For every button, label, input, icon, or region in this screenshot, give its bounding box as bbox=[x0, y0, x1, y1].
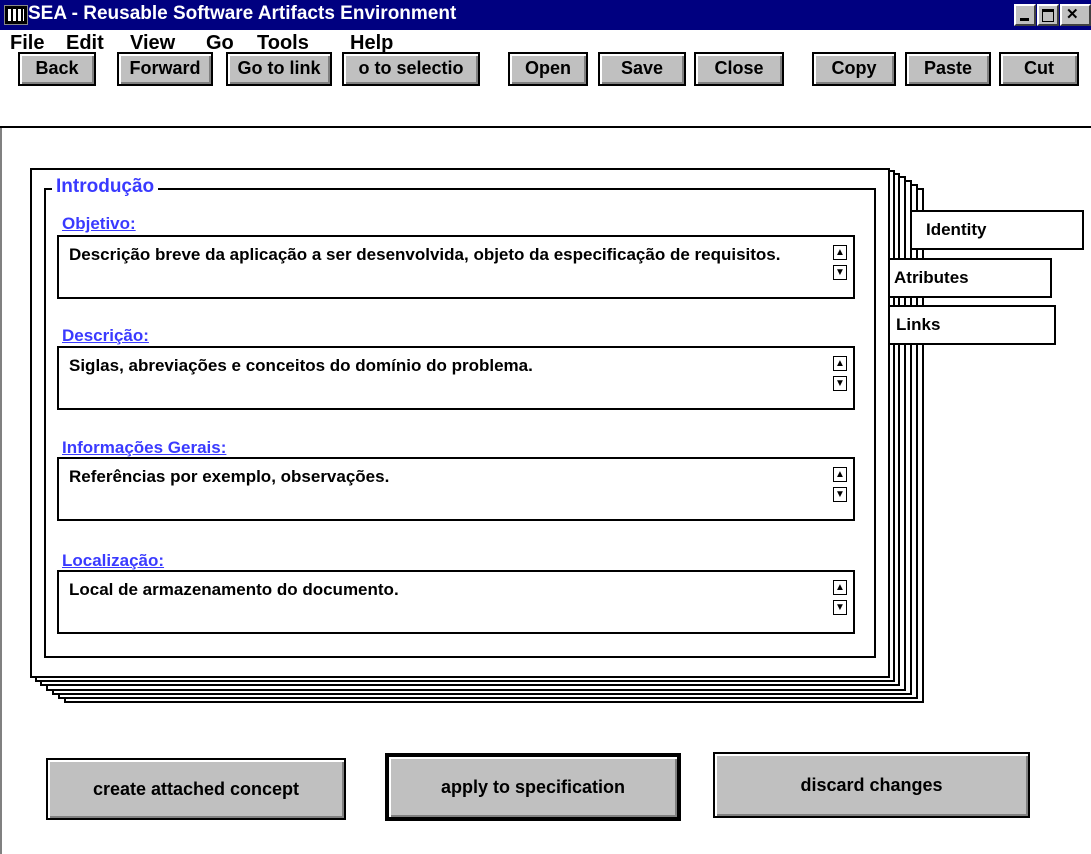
scroll-up-icon[interactable]: ▲ bbox=[833, 356, 847, 371]
informacoes-gerais-textarea[interactable]: Referências por exemplo, observações. ▲ … bbox=[57, 457, 855, 521]
create-attached-concept-button[interactable]: create attached concept bbox=[46, 758, 346, 820]
scroll-down-icon[interactable]: ▼ bbox=[833, 600, 847, 615]
discard-changes-button[interactable]: discard changes bbox=[713, 752, 1030, 818]
copy-button[interactable]: Copy bbox=[812, 52, 896, 86]
window-title: SEA - Reusable Software Artifacts Enviro… bbox=[28, 3, 457, 24]
minimize-icon[interactable] bbox=[1014, 4, 1036, 26]
cut-button[interactable]: Cut bbox=[999, 52, 1079, 86]
close-button[interactable]: Close bbox=[694, 52, 784, 86]
field-label-localizacao: Localização: bbox=[62, 551, 165, 570]
informacoes-gerais-text: Referências por exemplo, observações. bbox=[69, 467, 390, 486]
forward-button[interactable]: Forward bbox=[117, 52, 213, 86]
descricao-text: Siglas, abreviações e conceitos do domín… bbox=[69, 356, 533, 375]
field-label-descricao: Descrição: bbox=[62, 326, 149, 345]
scroll-up-icon[interactable]: ▲ bbox=[833, 467, 847, 482]
scroll-up-icon[interactable]: ▲ bbox=[833, 245, 847, 260]
open-button[interactable]: Open bbox=[508, 52, 588, 86]
section-title: Introdução bbox=[52, 176, 159, 198]
field-label-objetivo: Objetivo: bbox=[62, 214, 136, 233]
tab-atributes[interactable]: Atributes bbox=[886, 258, 1052, 298]
tab-links[interactable]: Links bbox=[886, 305, 1056, 345]
paste-button[interactable]: Paste bbox=[905, 52, 991, 86]
localizacao-textarea[interactable]: Local de armazenamento do documento. ▲ ▼ bbox=[57, 570, 855, 634]
close-icon[interactable] bbox=[1060, 4, 1091, 26]
tab-identity[interactable]: Identity bbox=[910, 210, 1084, 250]
apply-to-specification-button[interactable]: apply to specification bbox=[386, 754, 680, 820]
tab-atributes-label: Atributes bbox=[894, 268, 969, 287]
app-icon[interactable] bbox=[4, 5, 28, 25]
localizacao-text: Local de armazenamento do documento. bbox=[69, 580, 399, 599]
tab-links-label: Links bbox=[896, 315, 941, 334]
window-left-edge bbox=[0, 128, 2, 854]
objetivo-textarea[interactable]: Descrição breve da aplicação a ser desen… bbox=[57, 235, 855, 299]
back-button[interactable]: Back bbox=[18, 52, 96, 86]
scroll-down-icon[interactable]: ▼ bbox=[833, 265, 847, 280]
scroll-down-icon[interactable]: ▼ bbox=[833, 376, 847, 391]
field-label-informacoes-gerais: Informações Gerais: bbox=[62, 438, 227, 457]
go-to-selection-button[interactable]: o to selectio bbox=[342, 52, 480, 86]
maximize-icon[interactable] bbox=[1037, 4, 1059, 26]
scroll-up-icon[interactable]: ▲ bbox=[833, 580, 847, 595]
go-to-link-button[interactable]: Go to link bbox=[226, 52, 332, 86]
objetivo-text: Descrição breve da aplicação a ser desen… bbox=[69, 245, 781, 264]
tab-identity-label: Identity bbox=[926, 220, 987, 239]
scroll-down-icon[interactable]: ▼ bbox=[833, 487, 847, 502]
title-bar[interactable]: SEA - Reusable Software Artifacts Enviro… bbox=[0, 0, 1091, 30]
descricao-textarea[interactable]: Siglas, abreviações e conceitos do domín… bbox=[57, 346, 855, 410]
save-button[interactable]: Save bbox=[598, 52, 686, 86]
